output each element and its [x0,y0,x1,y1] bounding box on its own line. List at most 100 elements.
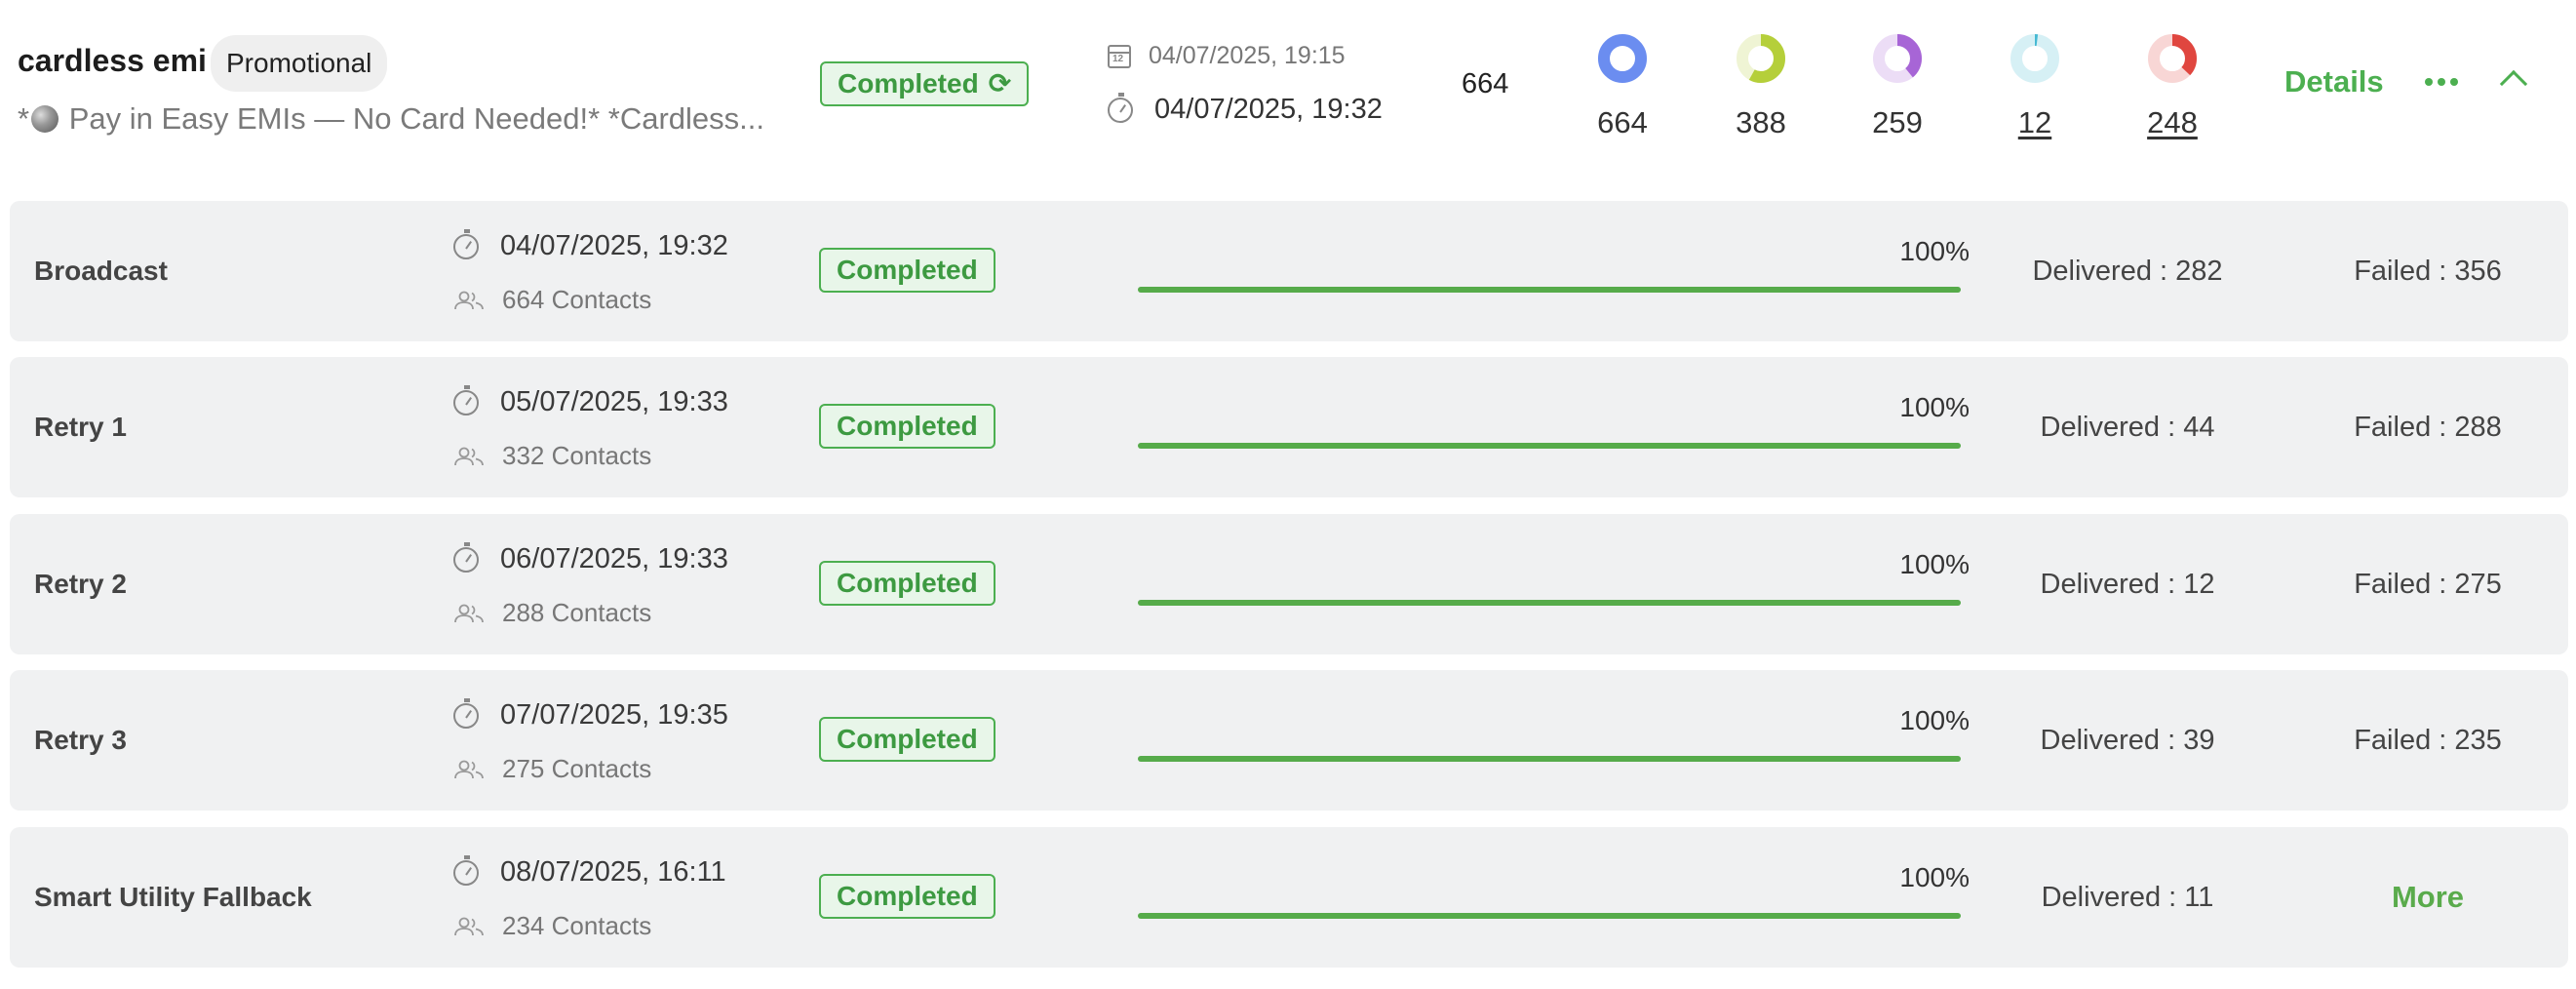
run-name: Retry 2 [34,569,127,599]
failed-count: Failed : 235 [2354,725,2502,756]
contacts-icon [454,917,484,935]
stat-donut-icon [1873,34,1922,83]
failed-count: Failed : 275 [2354,569,2502,600]
progress-bar-fill [1138,443,1961,449]
run-name: Retry 1 [34,412,127,442]
progress-percent: 100% [1899,392,1970,422]
progress-bar [1138,287,1961,293]
stat-1: 388 [1702,33,1819,140]
campaign-status-label: Completed [838,68,979,99]
delivered-count: Delivered : 39 [2040,725,2215,756]
progress-bar [1138,443,1961,449]
stat-value: 388 [1736,105,1786,139]
progress-bar-fill [1138,913,1961,919]
progress-bar-fill [1138,600,1961,606]
run-contacts-value: 332 Contacts [502,441,652,470]
status-badge: Completed [819,248,995,293]
run-time: 07/07/2025, 19:35 [453,697,728,732]
status-badge: Completed [819,404,995,449]
progress-bar [1138,913,1961,919]
progress-bar [1138,600,1961,606]
more-link[interactable]: More [2282,827,2574,968]
run-status: Completed [819,404,995,449]
timer-icon [453,697,479,729]
campaign-tag: Promotional [211,35,388,92]
run-contacts: 664 Contacts [453,285,651,315]
stat-donut-icon [2148,34,2197,83]
delivered-count: Delivered : 11 [2041,882,2214,913]
moon-emoji-icon [31,105,59,133]
run-contacts: 275 Contacts [453,754,651,784]
progress-percent: 100% [1899,236,1970,266]
stat-4[interactable]: 248 [2114,33,2231,140]
run-contacts-value: 288 Contacts [502,598,652,627]
message-text: Pay in Easy EMIs — No Card Needed!* *Car… [60,101,764,136]
run-contacts-value: 275 Contacts [502,754,652,783]
details-button[interactable]: Details [2284,64,2384,99]
stat-3[interactable]: 12 [1976,33,2093,140]
run-name: Retry 3 [34,725,127,755]
run-time-value: 07/07/2025, 19:35 [500,699,728,731]
status-badge: Completed [819,717,995,762]
stat-0: 664 [1564,33,1681,140]
campaign-header: cardless emi Promotional * Pay in Easy E… [0,0,2576,190]
run-status: Completed [819,874,995,919]
progress-bar [1138,756,1961,762]
more-options-icon[interactable] [2425,78,2458,88]
scheduled-time-value: 04/07/2025, 19:15 [1149,42,1346,69]
contacts-icon [454,604,484,622]
run-name: Broadcast [34,256,168,286]
run-row: Retry 2 06/07/2025, 19:33 288 Contacts C… [10,514,2568,654]
timer-icon [1108,92,1133,123]
contacts-icon [454,291,484,309]
contacts-icon [454,760,484,778]
status-badge: Completed [819,561,995,606]
failed-count: Failed : 356 [2354,256,2502,287]
progress-percent: 100% [1899,705,1970,735]
run-row: Retry 3 07/07/2025, 19:35 275 Contacts C… [10,670,2568,811]
campaign-name: cardless emi [18,43,207,78]
message-prefix: * [18,101,30,136]
stat-value: 664 [1597,105,1648,139]
delivered-count: Delivered : 12 [2040,569,2215,600]
stat-donut-icon [2010,34,2059,83]
run-contacts: 234 Contacts [453,911,651,941]
stat-2: 259 [1839,33,1956,140]
run-time-value: 06/07/2025, 19:33 [500,543,728,574]
delivered-count: Delivered : 282 [2032,256,2223,287]
stat-value[interactable]: 12 [1976,105,2093,140]
run-time: 04/07/2025, 19:32 [453,228,728,262]
progress-percent: 100% [1899,549,1970,579]
stat-value[interactable]: 248 [2114,105,2231,140]
completed-time-value: 04/07/2025, 19:32 [1154,94,1383,125]
campaign-message: * Pay in Easy EMIs — No Card Needed!* *C… [18,101,788,137]
run-status: Completed [819,248,995,293]
timer-icon [453,854,479,886]
run-contacts: 288 Contacts [453,598,651,628]
run-name: Smart Utility Fallback [34,882,312,912]
timer-icon [453,384,479,415]
run-contacts: 332 Contacts [453,441,651,471]
scheduled-time: 04/07/2025, 19:15 [1108,42,1346,70]
run-contacts-value: 664 Contacts [502,285,652,314]
calendar-icon [1108,44,1131,68]
campaign-status-badge: Completed ⟳ [820,61,1030,106]
run-status: Completed [819,717,995,762]
timer-icon [453,228,479,259]
stat-donut-icon [1598,34,1647,83]
run-time: 06/07/2025, 19:33 [453,541,728,575]
delivered-count: Delivered : 44 [2040,412,2215,443]
refresh-icon[interactable]: ⟳ [989,63,1011,104]
run-time-value: 05/07/2025, 19:33 [500,386,728,417]
chevron-up-icon[interactable] [2499,69,2528,99]
status-badge: Completed [819,874,995,919]
run-row: Retry 1 05/07/2025, 19:33 332 Contacts C… [10,357,2568,497]
failed-count: Failed : 288 [2354,412,2502,443]
run-time-value: 08/07/2025, 16:11 [500,856,726,888]
run-time: 08/07/2025, 16:11 [453,854,726,889]
completed-time: 04/07/2025, 19:32 [1108,92,1383,126]
progress-bar-fill [1138,756,1961,762]
progress-bar-fill [1138,287,1961,293]
stat-value: 259 [1872,105,1923,139]
run-time: 05/07/2025, 19:33 [453,384,728,418]
